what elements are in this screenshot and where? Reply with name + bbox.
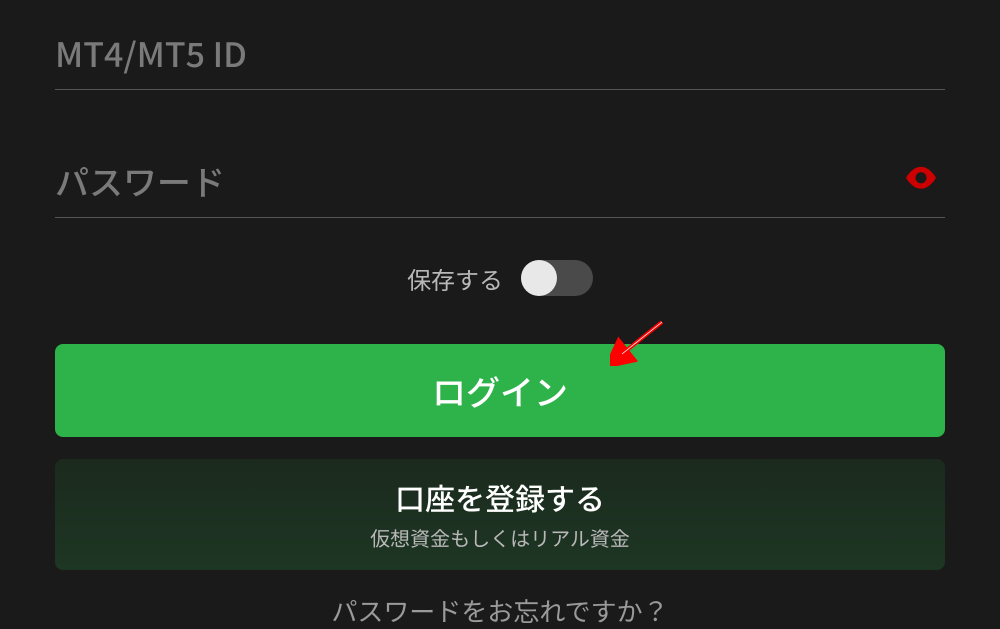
show-password-icon[interactable] — [905, 167, 937, 194]
toggle-knob — [521, 260, 557, 296]
login-button[interactable]: ログイン — [55, 344, 945, 437]
forgot-password-link[interactable]: パスワードをお忘れですか？ — [55, 592, 945, 629]
save-toggle-label: 保存する — [407, 261, 503, 296]
password-input[interactable] — [55, 148, 945, 218]
password-field-wrapper — [55, 148, 945, 218]
register-account-button[interactable]: 口座を登録する 仮想資金もしくはリアル資金 — [55, 459, 945, 570]
save-toggle[interactable] — [521, 260, 593, 296]
id-field-wrapper — [55, 20, 945, 90]
id-input[interactable] — [55, 20, 945, 90]
login-form: 保存する ログイン 口座を登録する 仮想資金もしくはリアル資金 パスワードをお忘… — [0, 0, 1000, 629]
register-main-label: 口座を登録する — [55, 475, 945, 519]
register-sub-label: 仮想資金もしくはリアル資金 — [55, 523, 945, 552]
save-toggle-row: 保存する — [55, 260, 945, 296]
